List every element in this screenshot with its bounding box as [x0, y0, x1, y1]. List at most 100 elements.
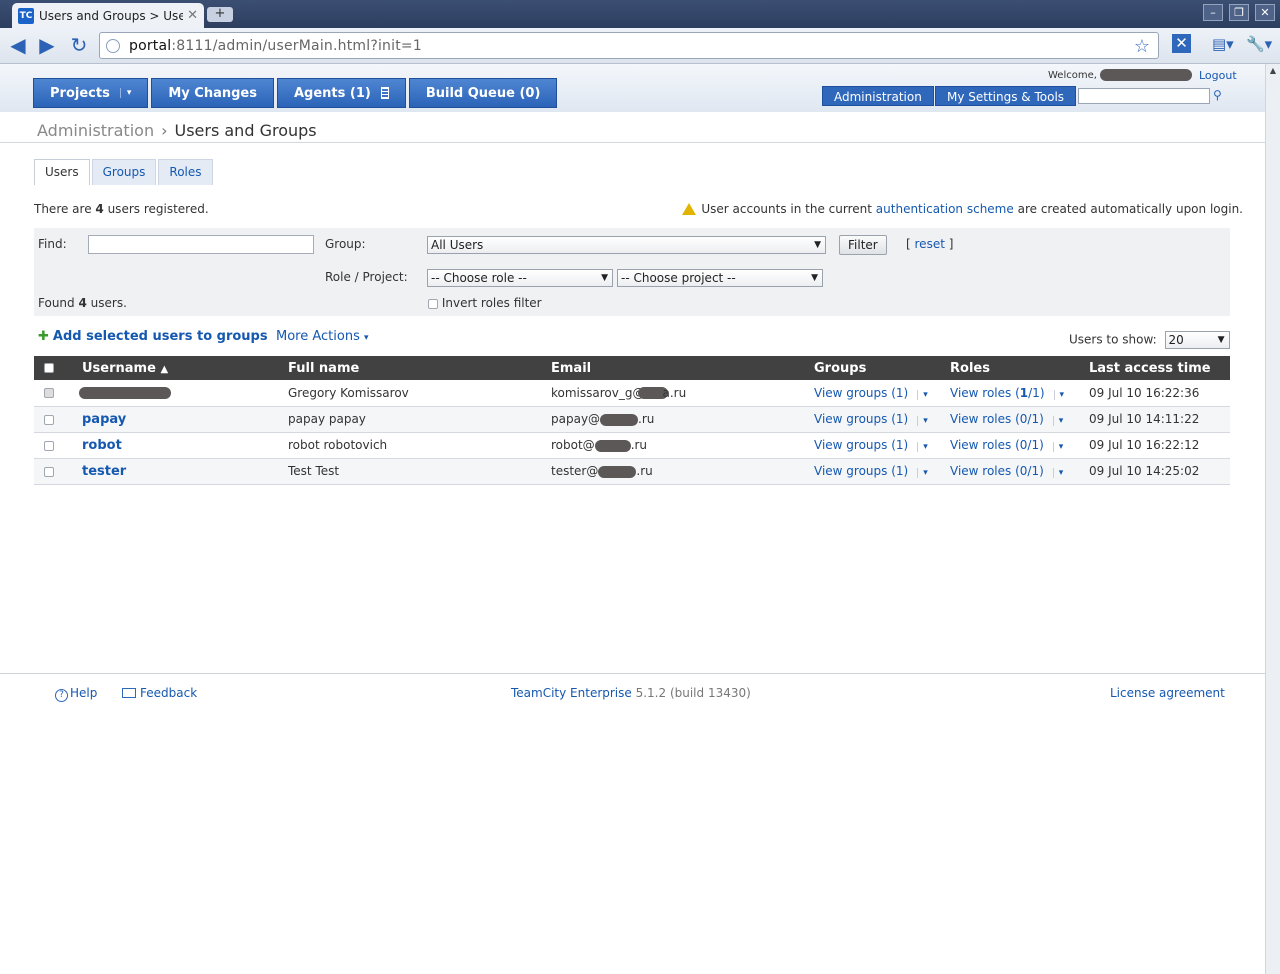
- nav-projects[interactable]: Projects ▾: [33, 78, 149, 108]
- add-users-to-groups-link[interactable]: Add selected users to groups: [53, 329, 268, 344]
- browser-tab[interactable]: TC Users and Groups > User... ✕: [12, 3, 204, 28]
- extension-icon[interactable]: ✕: [1172, 34, 1191, 53]
- forward-icon[interactable]: ▶: [35, 34, 59, 58]
- email-cell: komissarov_g@ a.ru: [551, 380, 814, 407]
- chevron-down-icon[interactable]: ▾: [917, 468, 928, 478]
- row-checkbox[interactable]: [44, 466, 54, 477]
- chevron-down-icon[interactable]: ▾: [1052, 468, 1064, 478]
- username-link[interactable]: robot: [82, 438, 122, 453]
- view-groups-link[interactable]: View groups (1): [814, 438, 908, 452]
- chevron-down-icon[interactable]: ▾: [917, 416, 928, 426]
- email-column-header[interactable]: Email: [551, 356, 814, 380]
- breadcrumb: Administration › Users and Groups: [0, 112, 1265, 143]
- find-input[interactable]: [88, 235, 314, 254]
- view-groups-link[interactable]: View groups (1): [814, 386, 908, 400]
- groups-cell: View groups (1) ▾: [814, 406, 950, 433]
- vertical-scrollbar[interactable]: ▲: [1265, 64, 1280, 974]
- project-select[interactable]: -- Choose project -- ▼: [617, 269, 823, 287]
- users-to-show-select[interactable]: 20 ▼: [1164, 331, 1230, 349]
- reload-icon[interactable]: ↻: [67, 34, 91, 58]
- fullname-cell: Test Test: [288, 458, 551, 485]
- view-groups-link[interactable]: View groups (1): [814, 464, 908, 478]
- role-select[interactable]: -- Choose role -- ▼: [427, 269, 613, 287]
- view-roles-link[interactable]: View roles (0/1): [950, 438, 1044, 452]
- page-menu-icon[interactable]: ▤▾: [1212, 35, 1234, 53]
- fullname-column-header[interactable]: Full name: [288, 356, 551, 380]
- tab-users[interactable]: Users: [34, 159, 90, 185]
- scroll-up-icon[interactable]: ▲: [1266, 64, 1280, 78]
- select-all-checkbox[interactable]: [44, 363, 54, 373]
- breadcrumb-separator-icon: ›: [161, 121, 168, 140]
- username-column-header[interactable]: Username ▲: [82, 356, 288, 380]
- email-cell: papay@ .ru: [551, 406, 814, 433]
- globe-icon: [106, 38, 120, 53]
- chevron-down-icon: ▼: [1217, 335, 1225, 345]
- teamcity-favicon-icon: TC: [18, 7, 34, 24]
- email-cell: tester@ .ru: [551, 458, 814, 485]
- reset-link[interactable]: reset: [915, 237, 945, 251]
- chevron-down-icon[interactable]: ▾: [119, 88, 131, 98]
- chevron-down-icon[interactable]: ▾: [1052, 442, 1064, 452]
- breadcrumb-administration[interactable]: Administration: [37, 121, 154, 140]
- username-link[interactable]: tester: [82, 464, 126, 479]
- chevron-down-icon[interactable]: ▾: [917, 389, 928, 400]
- administration-button[interactable]: Administration: [822, 86, 934, 106]
- view-roles-link[interactable]: View roles (0/1): [950, 412, 1044, 426]
- chevron-down-icon[interactable]: ▾: [1052, 416, 1064, 426]
- logout-link[interactable]: Logout: [1199, 69, 1237, 82]
- tab-roles[interactable]: Roles: [158, 159, 213, 185]
- chevron-down-icon: ▼: [814, 240, 821, 250]
- maximize-icon[interactable]: ❐: [1229, 4, 1249, 21]
- view-roles-link[interactable]: View roles (0/1): [950, 464, 1044, 478]
- search-input[interactable]: [1078, 88, 1210, 104]
- filter-panel: Find: Group: All Users ▼ Filter [ reset ]…: [34, 228, 1230, 316]
- invert-roles-checkbox[interactable]: [428, 298, 438, 309]
- feedback-link[interactable]: Feedback: [122, 686, 197, 700]
- view-groups-link[interactable]: View groups (1): [814, 412, 908, 426]
- browser-titlebar: TC Users and Groups > User... ✕ + – ❐ ✕: [0, 0, 1280, 28]
- address-bar[interactable]: portal:8111/admin/userMain.html?init=1 ☆: [99, 32, 1159, 59]
- username-link[interactable]: papay: [82, 412, 126, 427]
- roles-cell: View roles (1/1) ▾: [950, 380, 1089, 407]
- row-checkbox[interactable]: [44, 414, 54, 425]
- teamcity-link[interactable]: TeamCity Enterprise: [511, 686, 632, 700]
- invert-roles-filter[interactable]: Invert roles filter: [428, 296, 542, 310]
- tab-groups[interactable]: Groups: [91, 159, 157, 185]
- filter-button[interactable]: Filter: [839, 235, 887, 255]
- welcome-text: Welcome,: [1048, 69, 1193, 81]
- license-agreement-link[interactable]: License agreement: [1110, 686, 1225, 700]
- chevron-down-icon[interactable]: ▾: [1053, 389, 1065, 400]
- last-access-column-header[interactable]: Last access time: [1089, 356, 1230, 380]
- last-access-cell: 09 Jul 10 16:22:36: [1089, 380, 1230, 407]
- view-roles-link[interactable]: View roles (1/1): [950, 386, 1045, 400]
- authentication-scheme-link[interactable]: authentication scheme: [876, 202, 1014, 216]
- minimize-icon[interactable]: –: [1203, 4, 1223, 21]
- nav-agents[interactable]: Agents (1): [276, 78, 406, 108]
- more-actions-menu[interactable]: More Actions ▾: [276, 329, 369, 344]
- nav-my-changes[interactable]: My Changes: [151, 78, 274, 108]
- help-icon: ?: [55, 689, 68, 702]
- last-access-cell: 09 Jul 10 16:22:12: [1089, 432, 1230, 459]
- roles-cell: View roles (0/1) ▾: [950, 458, 1089, 485]
- help-link[interactable]: ? Help: [55, 686, 97, 702]
- row-checkbox[interactable]: [44, 440, 54, 451]
- nav-build-queue[interactable]: Build Queue (0): [408, 78, 558, 108]
- actions-bar: ✚ Add selected users to groups More Actio…: [38, 329, 369, 344]
- back-icon[interactable]: ◀: [6, 34, 30, 58]
- found-users-text: Found 4 users.: [38, 296, 127, 310]
- wrench-menu-icon[interactable]: 🔧▾: [1246, 35, 1272, 53]
- my-settings-button[interactable]: My Settings & Tools: [935, 86, 1077, 106]
- search-icon[interactable]: ⚲: [1213, 88, 1227, 102]
- group-label: Group:: [325, 237, 366, 251]
- tab-close-icon[interactable]: ✕: [187, 8, 198, 23]
- bookmark-star-icon[interactable]: ☆: [1134, 36, 1150, 57]
- url-text: portal:8111/admin/userMain.html?init=1: [129, 37, 422, 54]
- teamcity-header: Projects ▾ My Changes Agents (1) Build Q…: [0, 64, 1265, 112]
- role-project-label: Role / Project:: [325, 270, 408, 284]
- add-icon: ✚: [38, 329, 49, 344]
- group-select[interactable]: All Users ▼: [427, 236, 826, 254]
- groups-cell: View groups (1) ▾: [814, 380, 950, 407]
- chevron-down-icon[interactable]: ▾: [917, 442, 928, 452]
- close-window-icon[interactable]: ✕: [1255, 4, 1275, 21]
- new-tab-button[interactable]: +: [207, 7, 233, 22]
